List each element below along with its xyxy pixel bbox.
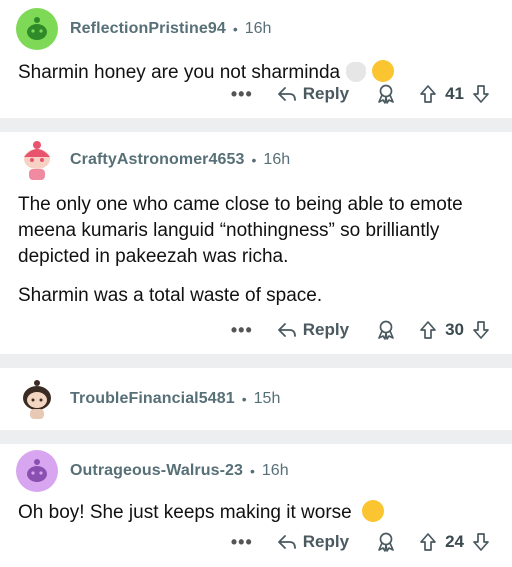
upvote-icon[interactable] [419,320,437,340]
user-avatar[interactable] [16,8,58,50]
timestamp: 16h [261,462,289,479]
comment-meta: ReflectionPristine94 • 16h [70,20,271,38]
vote-controls: 41 [419,84,490,104]
reply-arrow-icon [277,323,296,337]
snoo-avatar-icon [24,141,50,180]
user-avatar[interactable] [16,378,58,420]
comment-actions: ••• Reply 30 [231,308,512,352]
comment-header: CraftyAstronomer4653 • 16h [0,132,512,188]
award-icon[interactable] [375,531,397,553]
award-icon[interactable] [375,83,397,105]
vote-count: 24 [445,532,464,551]
username[interactable]: ReflectionPristine94 [70,20,226,38]
comment-2: CraftyAstronomer4653 • 16h The only one … [0,132,512,354]
separator-dot: • [251,152,257,168]
comment-3-collapsed[interactable]: TroubleFinancial5481 • 15h [0,368,512,430]
username[interactable]: CraftyAstronomer4653 [70,151,245,169]
reply-arrow-icon [277,87,296,101]
comment-separator [0,430,512,444]
comment-header: ReflectionPristine94 • 16h [0,0,512,54]
downvote-icon[interactable] [472,320,490,340]
reply-button[interactable]: Reply [277,320,349,340]
comment-body: The only one who came close to being abl… [0,192,512,309]
comment-meta: TroubleFinancial5481 • 15h [70,390,280,408]
vote-count: 30 [445,320,464,339]
comment-actions: ••• Reply 41 [231,72,512,116]
separator-dot: • [241,391,247,407]
user-avatar[interactable] [16,139,58,181]
separator-dot: • [232,21,238,37]
comment-actions: ••• Reply 24 [231,520,512,564]
downvote-icon[interactable] [472,84,490,104]
reply-arrow-icon [277,535,296,549]
comment-header: TroubleFinancial5481 • 15h [0,368,512,430]
snoo-icon [27,459,47,482]
vote-controls: 24 [419,532,490,552]
reply-button[interactable]: Reply [277,84,349,104]
comment-text: The only one who came close to being abl… [18,194,463,267]
comment-meta: CraftyAstronomer4653 • 16h [70,151,290,169]
upvote-icon[interactable] [419,84,437,104]
comment-meta: Outrageous-Walrus-23 • 16h [70,462,289,480]
user-avatar[interactable] [16,450,58,492]
comment-header: Outrageous-Walrus-23 • 16h [0,444,512,498]
timestamp: 16h [244,20,272,37]
username[interactable]: TroubleFinancial5481 [70,390,235,408]
vote-controls: 30 [419,320,490,340]
reply-button[interactable]: Reply [277,532,349,552]
username[interactable]: Outrageous-Walrus-23 [70,462,243,480]
comment-text: Sharmin was a total waste of space. [18,285,323,306]
timestamp: 16h [263,151,291,168]
comment-4: Outrageous-Walrus-23 • 16h Oh boy! She j… [0,444,512,564]
comment-separator [0,354,512,368]
separator-dot: • [250,463,255,479]
more-options-button[interactable]: ••• [231,532,253,553]
snoo-icon [27,17,47,40]
downvote-icon[interactable] [472,532,490,552]
comment-separator [0,118,512,132]
upvote-icon[interactable] [419,532,437,552]
vote-count: 41 [445,84,464,103]
more-options-button[interactable]: ••• [231,320,253,341]
snoo-avatar-icon [23,380,51,419]
face-with-hand-over-mouth-emoji [361,500,384,522]
timestamp: 15h [253,390,281,407]
award-icon[interactable] [375,319,397,341]
more-options-button[interactable]: ••• [231,84,253,105]
comment-1: ReflectionPristine94 • 16h Sharmin honey… [0,0,512,118]
